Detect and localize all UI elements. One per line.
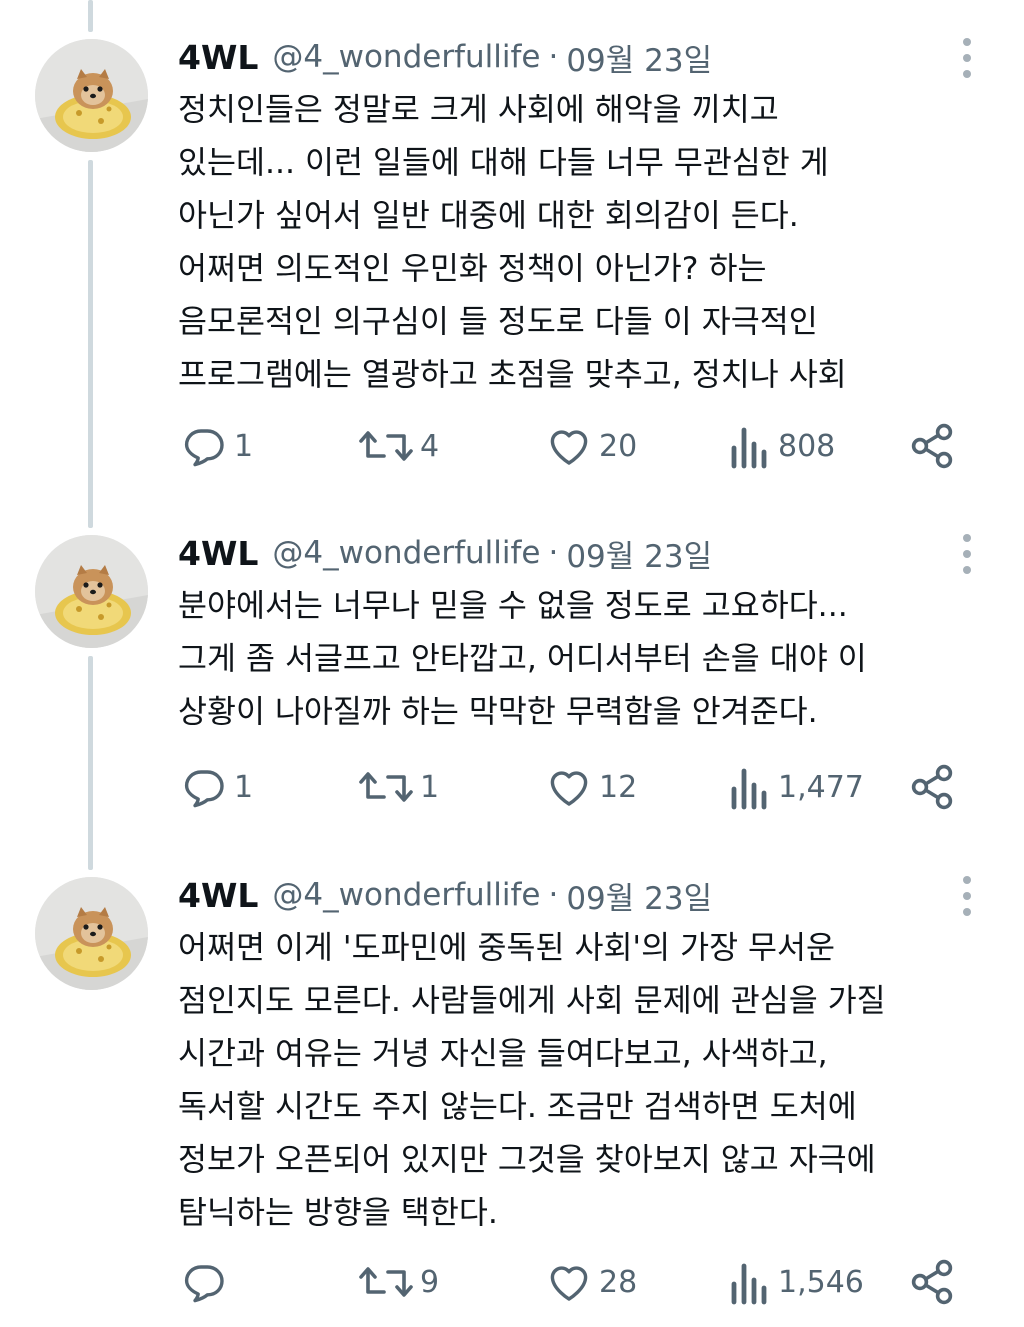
display-name[interactable]: 4WL [178, 38, 258, 77]
retweet-button[interactable]: 1 [358, 762, 439, 812]
avatar[interactable] [35, 39, 148, 152]
retweet-icon [359, 1267, 413, 1297]
tweet-date[interactable]: 09월 23일 [566, 873, 712, 918]
tweet-actions: 1 4 20 808 [0, 421, 1024, 471]
tweet-text-line: 정보가 오픈되어 있지만 그것을 찾아보지 않고 자극에 [178, 1142, 876, 1178]
tweet-text-line: 그게 좀 서글프고 안타깝고, 어디서부터 손을 대야 이 [178, 641, 867, 677]
avatar-image [35, 39, 148, 152]
tweet-text-line: 탐닉하는 방향을 택한다. [178, 1195, 498, 1231]
tweet-actions: 9 28 1,546 [0, 1257, 1024, 1307]
like-icon [550, 771, 588, 806]
tweet-text-line: 상황이 나아질까 하는 막막한 무력함을 안겨준다. [178, 694, 818, 730]
share-icon [911, 423, 953, 469]
reply-icon [184, 770, 224, 808]
avatar[interactable] [35, 877, 148, 990]
share-button[interactable] [908, 1257, 956, 1307]
tweet[interactable]: 4WL @4_wonderfullife · 09월 23일 분야에서는 너무나… [0, 528, 1024, 828]
views-button[interactable]: 1,477 [728, 762, 864, 812]
tweet-date[interactable]: 09월 23일 [566, 531, 712, 576]
views-icon [731, 768, 767, 810]
tweet-text: 어쩌면 이게 '도파민에 중독된 사회'의 가장 무서운 점인지도 모른다. 사… [178, 922, 998, 1240]
more-icon[interactable] [952, 876, 982, 916]
share-button[interactable] [908, 421, 956, 471]
user-handle[interactable]: @4_wonderfullife [272, 535, 540, 571]
like-button[interactable]: 20 [545, 421, 637, 471]
like-count: 20 [599, 428, 638, 464]
like-icon [550, 430, 588, 465]
user-handle[interactable]: @4_wonderfullife [272, 39, 540, 75]
like-count: 28 [599, 1264, 638, 1300]
views-count: 1,477 [778, 769, 864, 805]
retweet-icon [359, 772, 413, 802]
tweet-text-line: 점인지도 모른다. 사람들에게 사회 문제에 관심을 가질 [178, 983, 886, 1019]
avatar-image [35, 877, 148, 990]
tweet-text-line: 시간과 여유는 거녕 자신을 들여다보고, 사색하고, [178, 1036, 828, 1072]
tweet[interactable]: 4WL @4_wonderfullife · 09월 23일 어쩌면 이게 '도… [0, 870, 1024, 1320]
reply-icon [184, 1265, 224, 1303]
tweet-text: 분야에서는 너무나 믿을 수 없을 정도로 고요하다... 그게 좀 서글프고 … [178, 580, 998, 739]
separator-dot: · [548, 39, 559, 75]
tweet-text: 정치인들은 정말로 크게 사회에 해악을 끼치고 있는데... 이런 일들에 대… [178, 84, 998, 402]
tweet-header: 4WL @4_wonderfullife · 09월 23일 [178, 32, 712, 82]
views-icon [731, 1263, 767, 1305]
avatar[interactable] [35, 535, 148, 648]
user-handle[interactable]: @4_wonderfullife [272, 877, 540, 913]
tweet-text-line: 음모론적인 의구심이 들 정도로 다들 이 자극적인 [178, 304, 818, 340]
retweet-button[interactable]: 4 [358, 421, 439, 471]
reply-button[interactable]: 1 [180, 762, 253, 812]
retweet-icon [359, 431, 413, 461]
retweet-count: 1 [420, 769, 440, 805]
tweet-text-line: 아닌가 싶어서 일반 대중에 대한 회의감이 든다. [178, 198, 799, 234]
like-icon [550, 1266, 588, 1301]
views-count: 1,546 [778, 1264, 864, 1300]
share-icon [911, 1259, 953, 1305]
share-icon [911, 764, 953, 810]
like-count: 12 [599, 769, 638, 805]
more-icon[interactable] [952, 534, 982, 574]
views-icon [731, 427, 767, 469]
retweet-count: 4 [420, 428, 440, 464]
tweet-actions: 1 1 12 1,477 [0, 762, 1024, 812]
reply-icon [184, 429, 224, 467]
tweet-text-line: 분야에서는 너무나 믿을 수 없을 정도로 고요하다... [178, 588, 848, 624]
like-button[interactable]: 28 [545, 1257, 637, 1307]
thread-line-top [88, 0, 93, 32]
tweet-text-line: 어쩌면 이게 '도파민에 중독된 사회'의 가장 무서운 [178, 930, 835, 966]
reply-button[interactable] [180, 1257, 234, 1307]
separator-dot: · [548, 877, 559, 913]
tweet-date[interactable]: 09월 23일 [566, 35, 712, 80]
retweet-count: 9 [420, 1264, 440, 1300]
tweet-text-line: 어쩌면 의도적인 우민화 정책이 아닌가? 하는 [178, 251, 767, 287]
reply-count: 1 [234, 769, 254, 805]
views-button[interactable]: 1,546 [728, 1257, 864, 1307]
tweet-text-line: 정치인들은 정말로 크게 사회에 해악을 끼치고 [178, 92, 779, 128]
views-button[interactable]: 808 [728, 421, 835, 471]
reply-button[interactable]: 1 [180, 421, 253, 471]
retweet-button[interactable]: 9 [358, 1257, 439, 1307]
display-name[interactable]: 4WL [178, 534, 258, 573]
avatar-image [35, 535, 148, 648]
tweet-text-line: 있는데... 이런 일들에 대해 다들 너무 무관심한 게 [178, 145, 829, 181]
tweet-text-line: 프로그램에는 열광하고 초점을 맞추고, 정치나 사회 [178, 357, 847, 393]
tweet-header: 4WL @4_wonderfullife · 09월 23일 [178, 870, 712, 920]
like-button[interactable]: 12 [545, 762, 637, 812]
share-button[interactable] [908, 762, 956, 812]
reply-count: 1 [234, 428, 254, 464]
display-name[interactable]: 4WL [178, 876, 258, 915]
tweet-text-line: 독서할 시간도 주지 않는다. 조금만 검색하면 도처에 [178, 1089, 857, 1125]
tweet[interactable]: 4WL @4_wonderfullife · 09월 23일 정치인들은 정말로… [0, 32, 1024, 472]
separator-dot: · [548, 535, 559, 571]
more-icon[interactable] [952, 38, 982, 78]
tweet-header: 4WL @4_wonderfullife · 09월 23일 [178, 528, 712, 578]
views-count: 808 [778, 428, 836, 464]
